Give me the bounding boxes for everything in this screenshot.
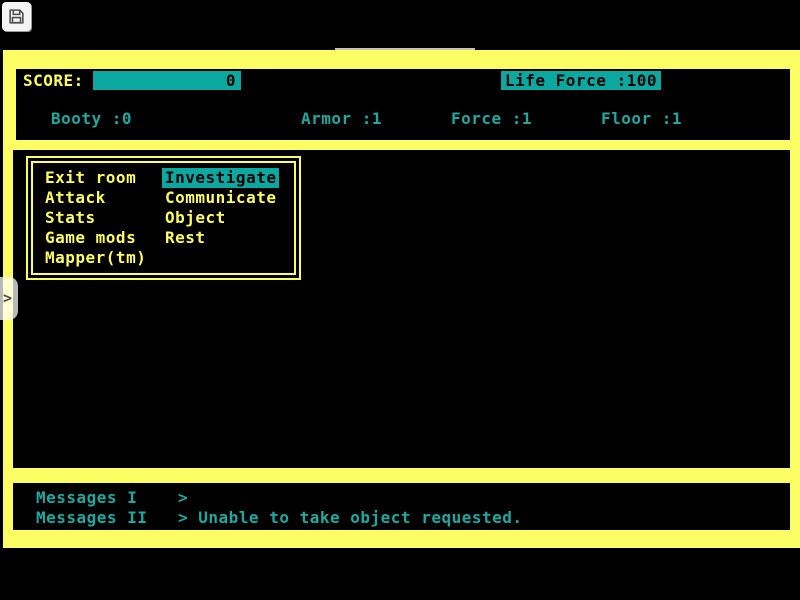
messages-2-label: Messages II bbox=[36, 509, 147, 527]
floppy-disk-icon bbox=[8, 8, 25, 25]
stat-floor: Floor :1 bbox=[601, 110, 682, 128]
score-bar: 0 bbox=[93, 71, 241, 90]
message-line-1: Messages I > bbox=[13, 489, 790, 507]
menu-item-attack[interactable]: Attack bbox=[45, 188, 146, 208]
menu-item-communicate[interactable]: Communicate bbox=[165, 188, 279, 208]
game-frame: SCORE: 0 Life Force :100 Booty :0 Armor … bbox=[3, 50, 800, 548]
menu-item-game-mods[interactable]: Game mods bbox=[45, 228, 146, 248]
menu-column-2: Investigate Communicate Object Rest bbox=[165, 168, 279, 248]
chevron-right-icon: > bbox=[3, 291, 12, 306]
messages-panel: Messages I > Messages II > Unable to tak… bbox=[13, 483, 790, 530]
menu-box: Exit room Attack Stats Game mods Mapper(… bbox=[26, 156, 301, 280]
menu-box-inner-border: Exit room Attack Stats Game mods Mapper(… bbox=[31, 161, 296, 275]
menu-item-investigate[interactable]: Investigate bbox=[165, 168, 279, 188]
game-screen: ßßß Bones ßßß SCORE: 0 Life Force :100 B… bbox=[0, 0, 800, 600]
messages-1-label: Messages I bbox=[36, 489, 137, 507]
messages-2-text: > Unable to take object requested. bbox=[178, 509, 523, 527]
stat-armor: Armor :1 bbox=[301, 110, 382, 128]
menu-item-rest[interactable]: Rest bbox=[165, 228, 279, 248]
messages-1-text: > bbox=[178, 489, 188, 507]
menu-item-mapper[interactable]: Mapper(tm) bbox=[45, 248, 146, 268]
message-line-2: Messages II > Unable to take object requ… bbox=[13, 509, 790, 527]
stat-booty: Booty :0 bbox=[51, 110, 132, 128]
save-button[interactable] bbox=[2, 2, 31, 31]
side-panel-toggle[interactable]: > bbox=[0, 277, 18, 320]
menu-column-1: Exit room Attack Stats Game mods Mapper(… bbox=[45, 168, 146, 268]
score-value: 0 bbox=[226, 71, 236, 90]
score-label: SCORE: bbox=[23, 72, 84, 90]
status-panel: SCORE: 0 Life Force :100 Booty :0 Armor … bbox=[16, 69, 790, 140]
menu-item-exit-room[interactable]: Exit room bbox=[45, 168, 146, 188]
life-force-badge: Life Force :100 bbox=[501, 71, 661, 90]
menu-item-stats[interactable]: Stats bbox=[45, 208, 146, 228]
main-panel: Exit room Attack Stats Game mods Mapper(… bbox=[13, 150, 790, 468]
menu-item-object[interactable]: Object bbox=[165, 208, 279, 228]
stat-force: Force :1 bbox=[451, 110, 532, 128]
